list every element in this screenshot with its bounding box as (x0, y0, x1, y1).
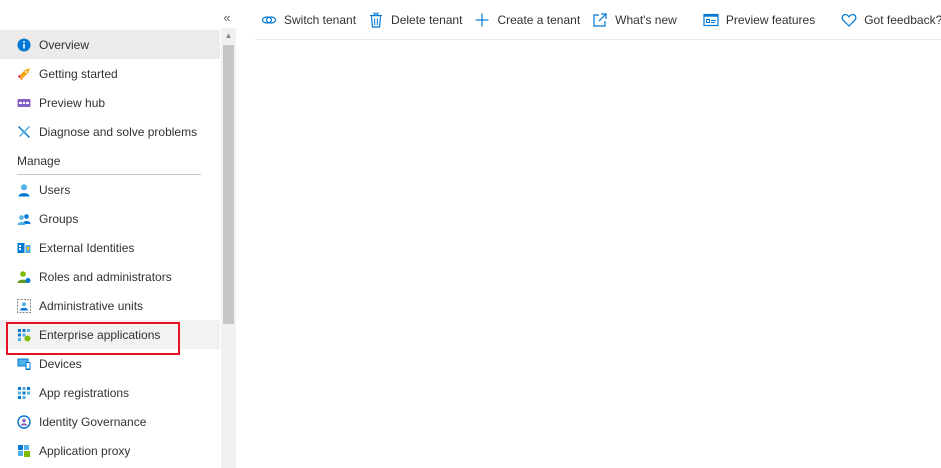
sidebar-scrollbar[interactable]: ▲ (221, 28, 236, 468)
roles-icon (17, 270, 31, 284)
nav-item-label: Administrative units (39, 298, 144, 313)
wrench-icon (17, 125, 31, 139)
nav-item-label: Users (39, 182, 71, 197)
switch-tenant-label: Switch tenant (284, 12, 357, 27)
info-icon (17, 38, 31, 52)
scroll-up-arrow-icon[interactable]: ▲ (221, 28, 236, 43)
whats-new-label: What's new (615, 12, 677, 27)
plus-icon (474, 12, 490, 28)
switch-tenant-button[interactable]: Switch tenant (255, 6, 362, 34)
heart-icon (841, 12, 857, 28)
admin-units-icon (17, 298, 31, 313)
nav-item-application-proxy[interactable]: Application proxy (0, 436, 220, 465)
preview-features-button[interactable]: Preview features (697, 6, 821, 34)
nav-item-label: Enterprise applications (39, 327, 161, 342)
user-icon (17, 183, 31, 197)
groups-icon (17, 212, 31, 226)
nav-item-external-identities[interactable]: External Identities (0, 233, 220, 262)
got-feedback-button[interactable]: Got feedback? (835, 6, 941, 34)
enterprise-apps-icon (17, 328, 31, 342)
nav-item-overview[interactable]: Overview (0, 30, 220, 59)
nav-list: Overview Getting started Preview hub Dia… (0, 30, 220, 465)
nav-item-label: Diagnose and solve problems (39, 124, 198, 139)
nav-item-label: Preview hub (39, 95, 106, 110)
switch-icon (261, 12, 277, 28)
nav-item-label: Application proxy (39, 443, 131, 458)
nav-item-label: Overview (39, 37, 90, 52)
nav-item-label: External Identities (39, 240, 135, 255)
trash-icon (368, 12, 384, 28)
app-registrations-icon (17, 386, 31, 400)
scrollbar-thumb[interactable] (223, 45, 234, 324)
preview-features-icon (703, 12, 719, 28)
got-feedback-label: Got feedback? (864, 12, 941, 27)
rocket-icon (17, 67, 31, 81)
nav-item-preview-hub[interactable]: Preview hub (0, 88, 220, 117)
main-content: Switch tenant Delete tenant Create a ten… (236, 0, 941, 468)
delete-tenant-button[interactable]: Delete tenant (362, 6, 468, 34)
create-tenant-label: Create a tenant (497, 12, 581, 27)
delete-tenant-label: Delete tenant (391, 12, 463, 27)
nav-item-getting-started[interactable]: Getting started (0, 59, 220, 88)
create-tenant-button[interactable]: Create a tenant (468, 6, 586, 34)
nav-item-diagnose-and-solve-problems[interactable]: Diagnose and solve problems (0, 117, 220, 146)
nav-item-label: App registrations (39, 385, 130, 400)
nav-item-app-registrations[interactable]: App registrations (0, 378, 220, 407)
identity-governance-icon (17, 414, 31, 429)
nav-item-roles-and-administrators[interactable]: Roles and administrators (0, 262, 220, 291)
nav-item-users[interactable]: Users (0, 175, 220, 204)
left-nav: « Overview Getting started Preview hub D… (0, 0, 236, 468)
external-identities-icon (17, 241, 31, 255)
nav-item-label: Getting started (39, 66, 118, 81)
nav-item-enterprise-applications[interactable]: Enterprise applications (0, 320, 220, 349)
nav-item-groups[interactable]: Groups (0, 204, 220, 233)
nav-item-devices[interactable]: Devices (0, 349, 220, 378)
nav-item-label: Devices (39, 356, 82, 371)
nav-item-identity-governance[interactable]: Identity Governance (0, 407, 220, 436)
nav-item-label: Roles and administrators (39, 269, 172, 284)
devices-icon (17, 357, 31, 371)
preview-features-label: Preview features (725, 12, 816, 27)
section-header-manage: Manage (17, 154, 61, 168)
whats-new-button[interactable]: What's new (586, 6, 683, 34)
nav-item-label: Identity Governance (39, 414, 147, 429)
preview-hub-icon (17, 96, 31, 110)
collapse-menu-button[interactable]: « (219, 10, 235, 26)
nav-item-administrative-units[interactable]: Administrative units (0, 291, 220, 320)
external-link-icon (592, 12, 608, 28)
command-bar: Switch tenant Delete tenant Create a ten… (255, 0, 941, 40)
application-proxy-icon (17, 444, 31, 458)
nav-item-label: Groups (39, 211, 79, 226)
